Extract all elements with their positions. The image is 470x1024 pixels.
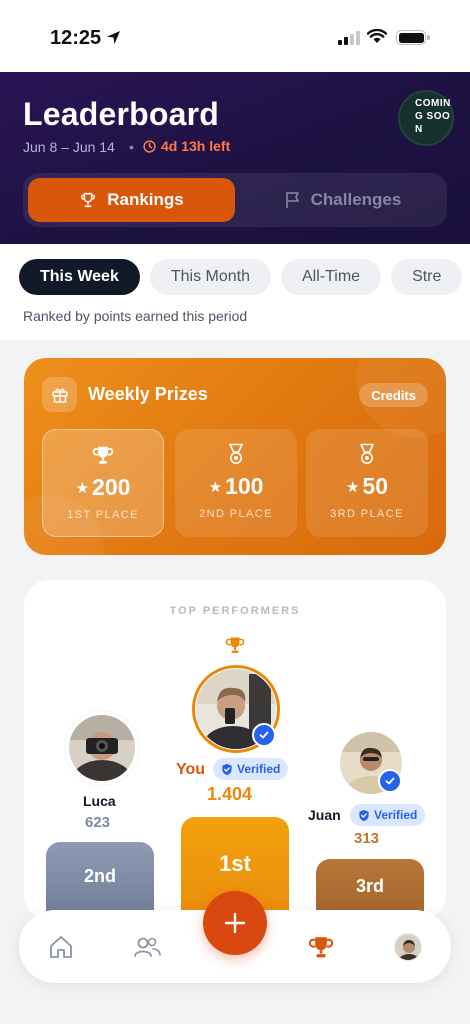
prize-place-label: 3RD PLACE [330,508,404,520]
prize-amount: ★ 200 [76,474,131,501]
performer-name-luca: Luca [83,793,116,809]
coming-soon-badge[interactable]: COMING SOON [398,90,454,146]
prize-amount: ★ 100 [209,473,264,500]
verified-label: Verified [374,808,418,822]
medal-icon [357,443,377,467]
performer-name-you: You [176,761,206,778]
verified-badge-juan: Verified [350,804,426,826]
flag-icon [285,192,299,208]
prizes-title: Weekly Prizes [88,384,208,404]
performer-name-juan: Juan [308,807,341,823]
prize-amount-value: 50 [362,473,389,499]
wifi-icon [367,29,387,43]
location-arrow-icon [106,30,121,45]
plus-icon [224,912,246,934]
verified-check-icon [378,769,402,793]
nav-profile-avatar[interactable] [394,933,422,961]
status-time: 12:25 [50,27,102,49]
star-icon: ★ [75,479,90,497]
verified-check-icon [252,723,276,747]
cell-signal-icon [338,31,360,45]
view-tabs: Rankings Challenges [23,173,447,227]
page-title: Leaderboard [23,96,220,132]
ranking-note: Ranked by points earned this period [23,308,248,324]
star-icon: ★ [345,478,360,496]
clock-icon [143,139,156,153]
performer-points-juan: 313 [354,830,380,847]
verified-badge-you: Verified [213,758,289,780]
chip-this-month[interactable]: This Month [149,259,271,295]
prize-amount-value: 100 [225,473,264,499]
shield-check-icon [222,763,232,775]
nav-friends[interactable] [132,932,162,962]
prize-amount-value: 200 [92,474,131,500]
gift-icon [42,377,77,412]
podium-second: 2nd [46,842,154,920]
credits-badge: Credits [359,383,428,407]
weekly-prizes-card: Weekly Prizes Credits ★ 200 1ST PLACE ★ 10… [24,358,446,555]
avatar-photo-luca [65,711,139,785]
separator-dot: • [129,139,134,155]
battery-icon [396,30,430,45]
avatar-luca[interactable] [64,710,140,786]
period-filter-chips: This Week This Month All-Time Stre [19,259,463,295]
time-left: 4d 13h left [143,138,230,154]
tab-rankings[interactable]: Rankings [28,178,235,222]
top-performers-card: TOP PERFORMERS Luca 623 2nd You Verified… [24,580,446,920]
chip-this-week[interactable]: This Week [19,259,140,295]
prize-place-label: 1ST PLACE [67,509,139,521]
tab-challenges-label: Challenges [310,190,402,209]
prize-amount: ★ 50 [346,473,388,500]
time-left-text: 4d 13h left [161,138,231,154]
tab-rankings-label: Rankings [107,190,184,209]
trophy-icon [92,444,114,468]
date-range: Jun 8 – Jun 14 [23,139,115,155]
performer-points-you: 1.404 [207,784,253,804]
add-button[interactable] [203,891,267,955]
performer-points-luca: 623 [85,814,111,831]
friends-icon [134,937,161,957]
medal-icon [226,443,246,467]
chip-streak[interactable]: Stre [391,259,463,295]
prize-second-place: ★ 100 2ND PLACE [175,429,297,537]
trophy-icon [308,937,334,958]
tab-challenges[interactable]: Challenges [245,178,441,222]
prize-place-label: 2ND PLACE [199,508,273,520]
verified-label: Verified [237,762,281,776]
status-bar: 12:25 [0,0,470,72]
prize-third-place: ★ 50 3RD PLACE [306,429,428,537]
shield-check-icon [359,809,369,821]
leaderboard-header: Leaderboard Jun 8 – Jun 14 • 4d 13h left… [0,72,470,244]
top-performers-title: TOP PERFORMERS [169,605,301,617]
home-icon [50,936,72,958]
nav-home[interactable] [46,932,76,962]
chip-all-time[interactable]: All-Time [280,259,382,295]
prize-first-place: ★ 200 1ST PLACE [42,429,164,537]
nav-leaderboard[interactable] [306,932,336,962]
filter-area: This Week This Month All-Time Stre Ranke… [0,244,470,340]
trophy-icon [225,637,245,653]
trophy-icon [81,192,96,208]
star-icon: ★ [208,478,223,496]
